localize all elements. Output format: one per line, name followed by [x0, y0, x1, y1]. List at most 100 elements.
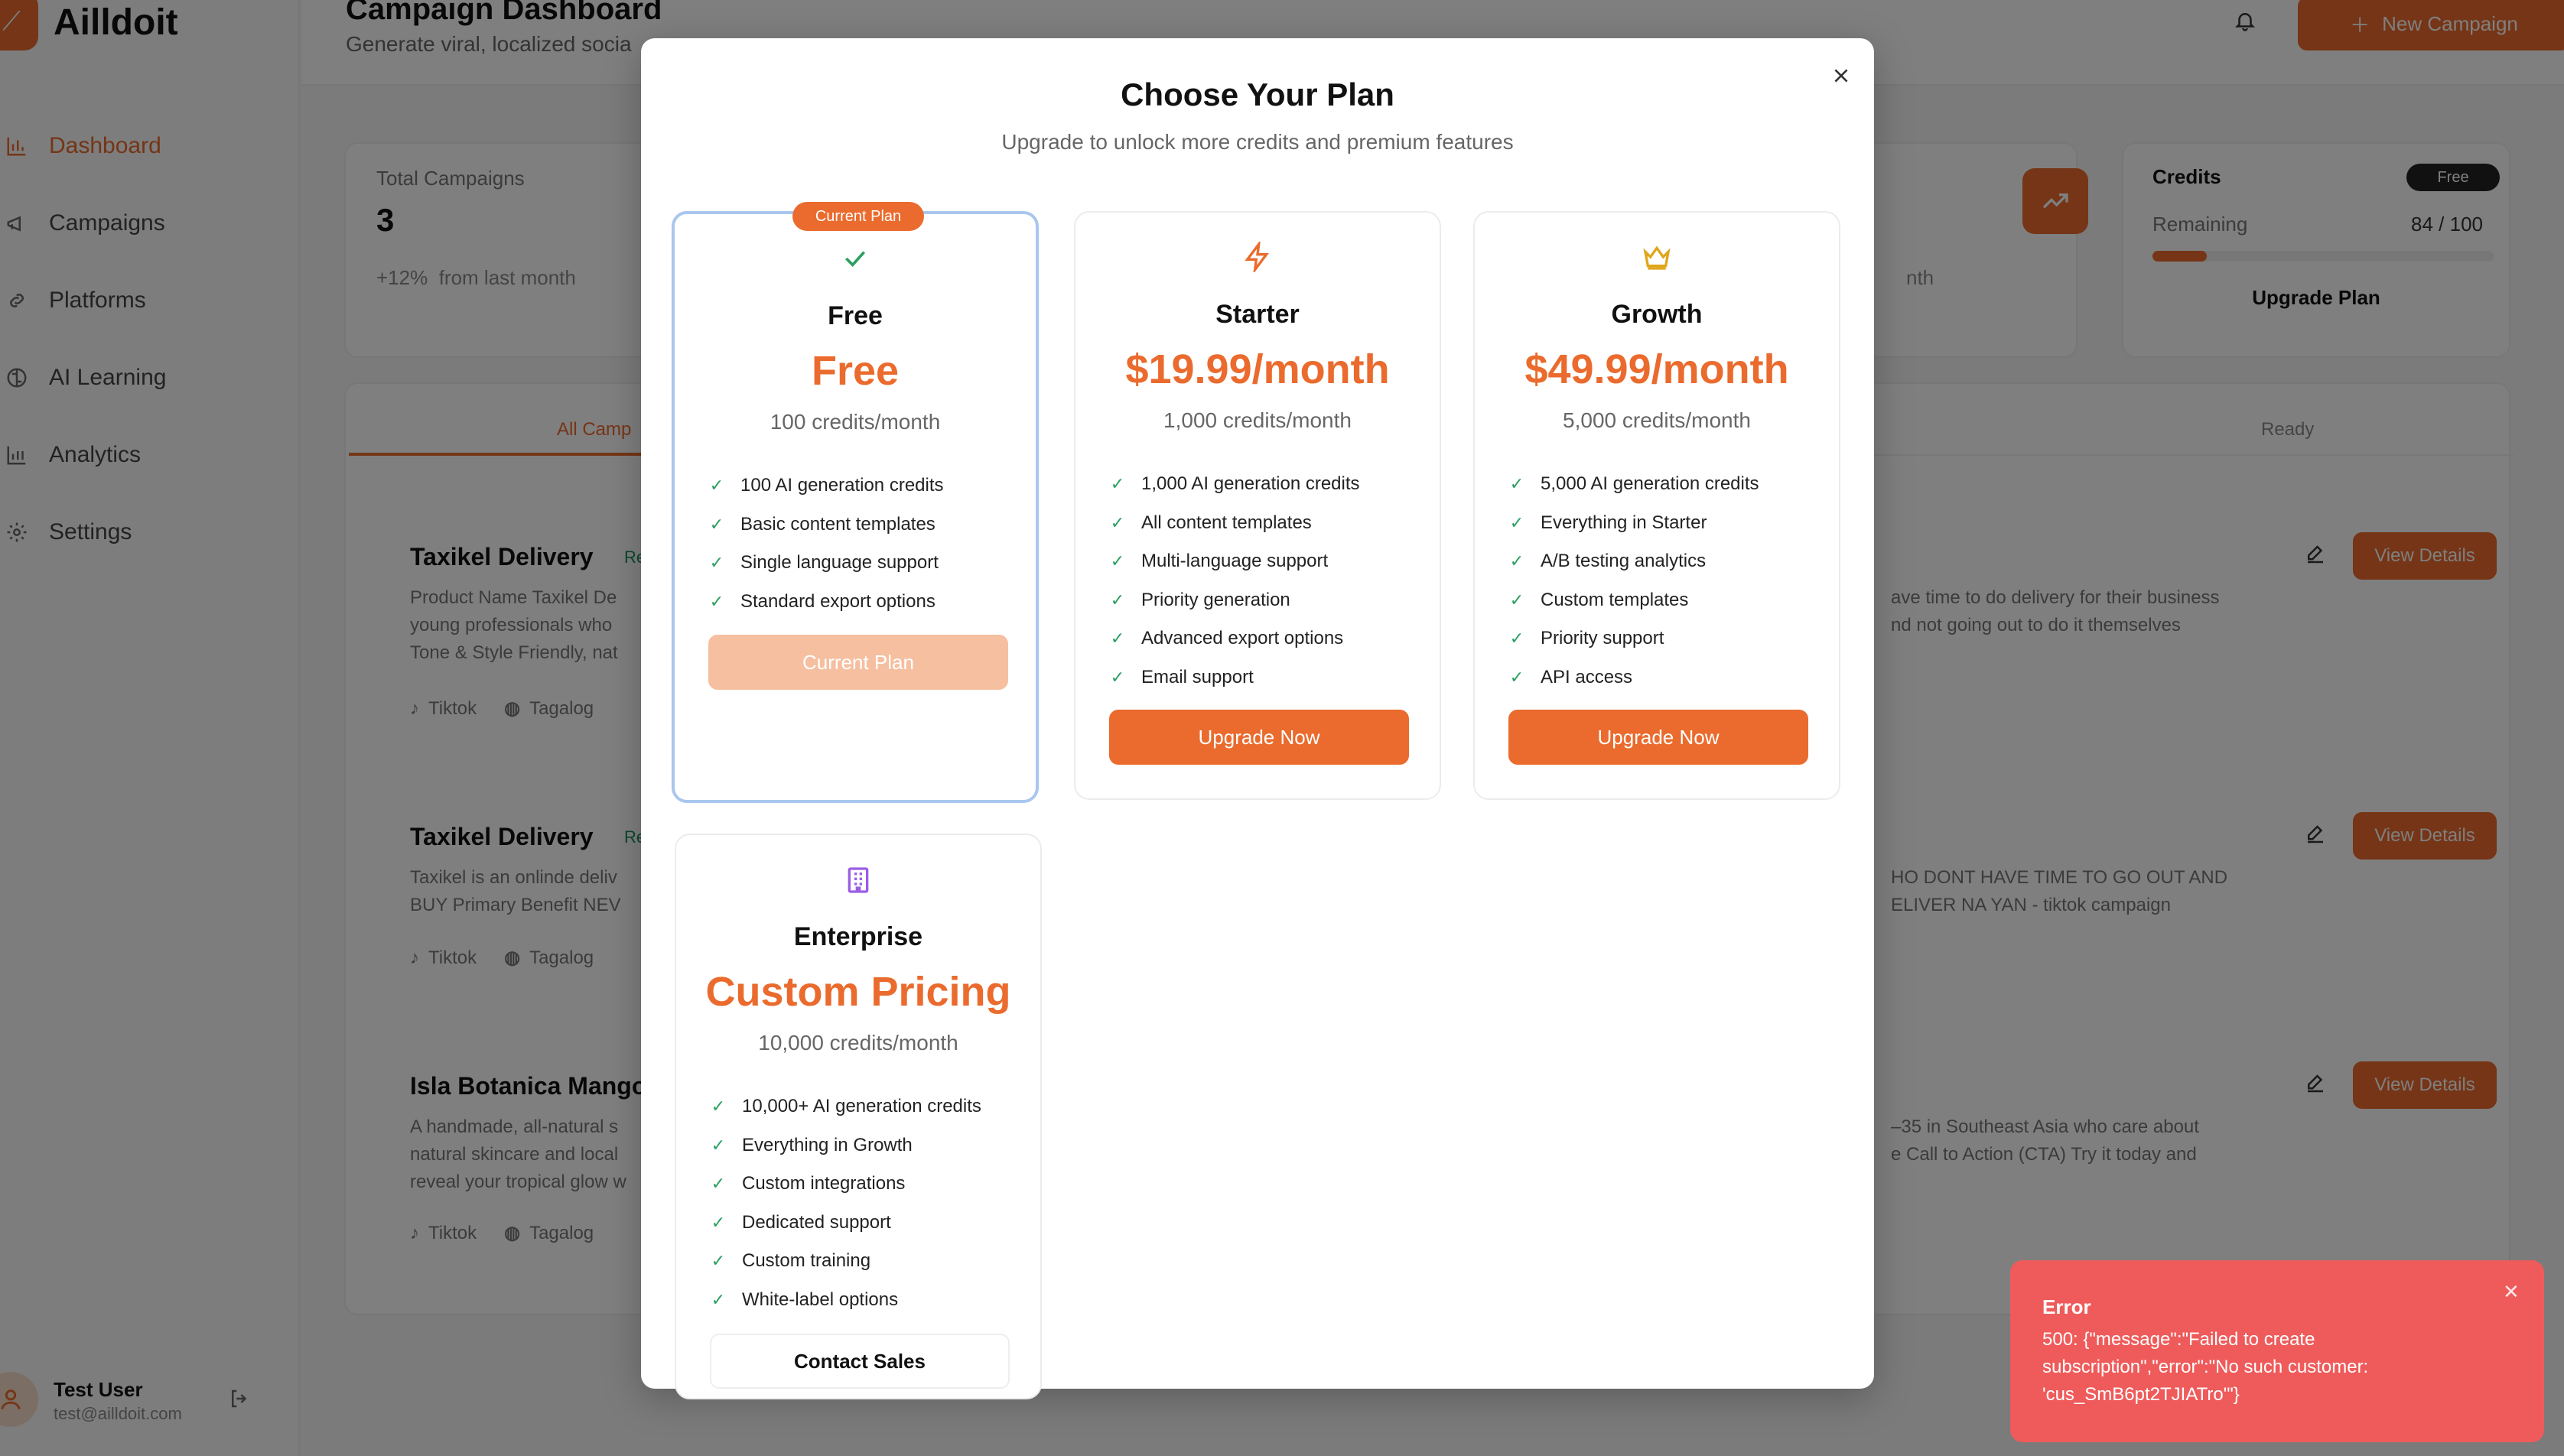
- plan-name: Free: [828, 301, 883, 330]
- lightning-icon: [1075, 242, 1440, 272]
- current-plan-badge: Current Plan: [792, 202, 924, 231]
- plan-card-free: Current Plan Free Free 100 credits/month…: [672, 202, 1039, 803]
- feature-label: Custom training: [742, 1250, 871, 1272]
- check-icon: ✓: [1509, 667, 1524, 687]
- plan-card-starter: Starter $19.99/month 1,000 credits/month…: [1074, 211, 1441, 800]
- feature-label: Priority support: [1541, 628, 1664, 649]
- error-toast: ✕ Error 500: {"message":"Failed to creat…: [2010, 1260, 2544, 1442]
- check-icon: ✓: [711, 1174, 726, 1194]
- contact-sales-button[interactable]: Contact Sales: [710, 1334, 1010, 1389]
- feature-label: Advanced export options: [1141, 628, 1344, 649]
- check-icon: ✓: [1509, 590, 1524, 609]
- check-icon: ✓: [1110, 512, 1125, 532]
- feature-item: ✓ Single language support: [708, 544, 944, 583]
- feature-item: ✓ Basic content templates: [708, 505, 944, 544]
- feature-label: 10,000+ AI generation credits: [742, 1096, 981, 1117]
- plan-credits: 1,000 credits/month: [1163, 408, 1352, 432]
- crown-icon: [1475, 242, 1839, 272]
- plan-credits: 5,000 credits/month: [1563, 408, 1751, 432]
- check-icon: ✓: [709, 514, 724, 534]
- feature-item: ✓ 5,000 AI generation credits: [1508, 465, 1759, 504]
- building-icon: [676, 864, 1040, 896]
- feature-item: ✓ Priority generation: [1109, 581, 1360, 620]
- check-icon: ✓: [1110, 629, 1125, 648]
- feature-label: API access: [1541, 666, 1633, 687]
- modal-subtitle: Upgrade to unlock more credits and premi…: [1001, 130, 1514, 154]
- feature-list: ✓ 10,000+ AI generation credits ✓ Everythi…: [710, 1087, 981, 1319]
- upgrade-starter-button[interactable]: Upgrade Now: [1109, 710, 1409, 765]
- feature-label: Priority generation: [1141, 589, 1290, 610]
- feature-label: White-label options: [742, 1289, 899, 1310]
- feature-label: Everything in Starter: [1541, 512, 1707, 533]
- check-icon: ✓: [1110, 474, 1125, 494]
- feature-item: ✓ Email support: [1109, 658, 1360, 697]
- plan-name: Enterprise: [793, 922, 923, 951]
- feature-label: All content templates: [1141, 512, 1312, 533]
- feature-item: ✓ API access: [1508, 658, 1759, 697]
- check-icon: ✓: [709, 591, 724, 611]
- feature-label: 5,000 AI generation credits: [1541, 473, 1759, 495]
- check-icon: ✓: [709, 553, 724, 573]
- toast-title: Error: [2042, 1295, 2091, 1318]
- feature-label: Standard export options: [740, 590, 935, 612]
- check-icon: ✓: [1110, 590, 1125, 609]
- feature-label: Email support: [1141, 666, 1254, 687]
- feature-item: ✓ White-label options: [710, 1281, 981, 1320]
- feature-label: Custom templates: [1541, 589, 1689, 610]
- feature-item: ✓ Priority support: [1508, 619, 1759, 658]
- feature-item: ✓ All content templates: [1109, 504, 1360, 543]
- feature-item: ✓ Custom templates: [1508, 581, 1759, 620]
- feature-label: Basic content templates: [740, 513, 935, 535]
- check-icon: ✓: [1110, 667, 1125, 687]
- check-icon: ✓: [711, 1097, 726, 1116]
- check-icon: ✓: [711, 1212, 726, 1232]
- check-icon: ✓: [711, 1135, 726, 1155]
- plan-card-enterprise: Enterprise Custom Pricing 10,000 credits…: [675, 834, 1042, 1399]
- feature-item: ✓ 100 AI generation credits: [708, 466, 944, 505]
- plan-credits: 10,000 credits/month: [758, 1031, 958, 1055]
- check-icon: ✓: [1110, 551, 1125, 571]
- feature-label: 1,000 AI generation credits: [1141, 473, 1360, 495]
- feature-item: ✓ Multi-language support: [1109, 542, 1360, 581]
- check-icon: ✓: [709, 476, 724, 496]
- feature-item: ✓ 1,000 AI generation credits: [1109, 465, 1360, 504]
- feature-item: ✓ Dedicated support: [710, 1204, 981, 1243]
- feature-label: Everything in Growth: [742, 1134, 913, 1155]
- feature-list: ✓ 5,000 AI generation credits ✓ Everything…: [1508, 465, 1759, 697]
- plan-price: Custom Pricing: [705, 969, 1011, 1015]
- feature-item: ✓ Standard export options: [708, 583, 944, 622]
- plan-card-growth: Growth $49.99/month 5,000 credits/month …: [1473, 211, 1840, 800]
- toast-message: 500: {"message":"Failed to create subscr…: [2042, 1329, 2369, 1405]
- plan-name: Starter: [1215, 300, 1300, 329]
- check-icon: ✓: [1509, 474, 1524, 494]
- plan-price: Free: [811, 348, 900, 394]
- upgrade-growth-button[interactable]: Upgrade Now: [1508, 710, 1808, 765]
- check-icon: [675, 243, 1036, 274]
- feature-item: ✓ Everything in Growth: [710, 1126, 981, 1165]
- plan-modal: Choose Your Plan Upgrade to unlock more …: [641, 38, 1874, 1399]
- feature-item: ✓ Everything in Starter: [1508, 504, 1759, 543]
- plan-price: $19.99/month: [1125, 346, 1390, 392]
- feature-item: ✓ Custom integrations: [710, 1165, 981, 1204]
- plan-credits: 100 credits/month: [770, 410, 941, 434]
- feature-label: Single language support: [740, 552, 939, 574]
- feature-label: 100 AI generation credits: [740, 475, 944, 496]
- feature-item: ✓ Custom training: [710, 1242, 981, 1281]
- feature-label: Multi-language support: [1141, 551, 1329, 572]
- feature-item: ✓ 10,000+ AI generation credits: [710, 1087, 981, 1126]
- current-plan-button[interactable]: Current Plan: [708, 635, 1008, 690]
- check-icon: ✓: [1509, 551, 1524, 571]
- plan-name: Growth: [1611, 300, 1703, 329]
- close-icon[interactable]: ✕: [2503, 1280, 2520, 1304]
- modal-title: Choose Your Plan: [1121, 76, 1394, 112]
- check-icon: ✓: [1509, 629, 1524, 648]
- check-icon: ✓: [711, 1289, 726, 1309]
- feature-list: ✓ 100 AI generation credits ✓ Basic conten…: [708, 466, 944, 621]
- feature-label: Custom integrations: [742, 1173, 906, 1194]
- feature-list: ✓ 1,000 AI generation credits ✓ All conten…: [1109, 465, 1360, 697]
- check-icon: ✓: [1509, 512, 1524, 532]
- check-icon: ✓: [711, 1251, 726, 1271]
- feature-label: Dedicated support: [742, 1211, 891, 1233]
- plan-price: $49.99/month: [1524, 346, 1789, 392]
- feature-item: ✓ A/B testing analytics: [1508, 542, 1759, 581]
